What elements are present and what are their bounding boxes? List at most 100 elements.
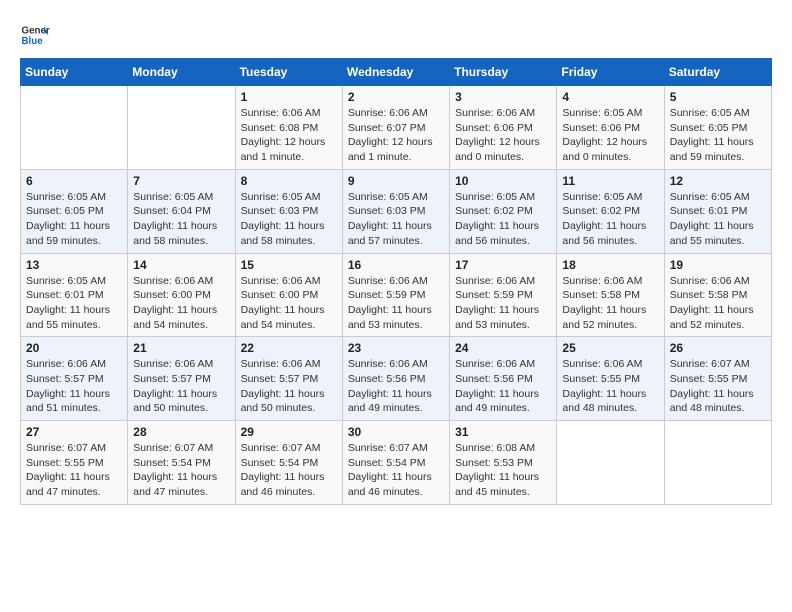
day-cell: 1 Sunrise: 6:06 AM Sunset: 6:08 PM Daylig… [235,86,342,170]
day-cell: 20 Sunrise: 6:06 AM Sunset: 5:57 PM Dayli… [21,337,128,421]
day-number: 31 [455,425,551,439]
day-detail: Sunrise: 6:05 AM Sunset: 6:03 PM Dayligh… [348,190,444,249]
day-cell: 7Sunrise: 6:05 AM Sunset: 6:04 PM Daylig… [128,169,235,253]
logo-icon: General Blue [20,20,50,50]
day-cell: 29 Sunrise: 6:07 AM Sunset: 5:54 PM Dayli… [235,421,342,505]
day-number: 6 [26,174,122,188]
day-number: 23 [348,341,444,355]
day-detail: Sunrise: 6:06 AM Sunset: 5:58 PM Dayligh… [670,274,766,333]
day-number: 28 [133,425,229,439]
day-detail: Sunrise: 6:06 AM Sunset: 6:06 PM Dayligh… [455,106,551,165]
day-detail: Sunrise: 6:08 AM Sunset: 5:53 PM Dayligh… [455,441,551,500]
day-detail: Sunrise: 6:05 AM Sunset: 6:02 PM Dayligh… [562,190,658,249]
week-row-4: 20 Sunrise: 6:06 AM Sunset: 5:57 PM Dayli… [21,337,772,421]
day-number: 17 [455,258,551,272]
day-cell: 30Sunrise: 6:07 AM Sunset: 5:54 PM Dayli… [342,421,449,505]
day-detail: Sunrise: 6:05 AM Sunset: 6:05 PM Dayligh… [670,106,766,165]
day-detail: Sunrise: 6:06 AM Sunset: 5:56 PM Dayligh… [348,357,444,416]
day-detail: Sunrise: 6:05 AM Sunset: 6:03 PM Dayligh… [241,190,337,249]
day-detail: Sunrise: 6:06 AM Sunset: 5:55 PM Dayligh… [562,357,658,416]
day-detail: Sunrise: 6:06 AM Sunset: 5:57 PM Dayligh… [26,357,122,416]
day-detail: Sunrise: 6:05 AM Sunset: 6:01 PM Dayligh… [670,190,766,249]
day-cell [128,86,235,170]
day-detail: Sunrise: 6:06 AM Sunset: 5:59 PM Dayligh… [348,274,444,333]
day-cell: 10Sunrise: 6:05 AM Sunset: 6:02 PM Dayli… [450,169,557,253]
day-detail: Sunrise: 6:06 AM Sunset: 6:00 PM Dayligh… [133,274,229,333]
day-number: 13 [26,258,122,272]
calendar-table: SundayMondayTuesdayWednesdayThursdayFrid… [20,58,772,505]
svg-text:Blue: Blue [22,36,44,47]
day-number: 27 [26,425,122,439]
day-number: 11 [562,174,658,188]
day-cell: 21Sunrise: 6:06 AM Sunset: 5:57 PM Dayli… [128,337,235,421]
col-header-monday: Monday [128,59,235,86]
week-row-5: 27 Sunrise: 6:07 AM Sunset: 5:55 PM Dayli… [21,421,772,505]
day-detail: Sunrise: 6:07 AM Sunset: 5:54 PM Dayligh… [133,441,229,500]
day-number: 3 [455,90,551,104]
header-row: SundayMondayTuesdayWednesdayThursdayFrid… [21,59,772,86]
day-detail: Sunrise: 6:06 AM Sunset: 5:56 PM Dayligh… [455,357,551,416]
day-cell: 31 Sunrise: 6:08 AM Sunset: 5:53 PM Dayli… [450,421,557,505]
day-number: 29 [241,425,337,439]
day-cell: 4Sunrise: 6:05 AM Sunset: 6:06 PM Daylig… [557,86,664,170]
day-cell: 14 Sunrise: 6:06 AM Sunset: 6:00 PM Dayli… [128,253,235,337]
day-number: 15 [241,258,337,272]
day-detail: Sunrise: 6:06 AM Sunset: 6:08 PM Dayligh… [241,106,337,165]
day-cell: 18Sunrise: 6:06 AM Sunset: 5:58 PM Dayli… [557,253,664,337]
page-header: General Blue [20,20,772,50]
day-cell: 6 Sunrise: 6:05 AM Sunset: 6:05 PM Daylig… [21,169,128,253]
day-detail: Sunrise: 6:06 AM Sunset: 5:59 PM Dayligh… [455,274,551,333]
calendar-header: SundayMondayTuesdayWednesdayThursdayFrid… [21,59,772,86]
day-cell: 8 Sunrise: 6:05 AM Sunset: 6:03 PM Daylig… [235,169,342,253]
day-number: 1 [241,90,337,104]
day-number: 21 [133,341,229,355]
day-detail: Sunrise: 6:05 AM Sunset: 6:01 PM Dayligh… [26,274,122,333]
col-header-friday: Friday [557,59,664,86]
day-cell: 22Sunrise: 6:06 AM Sunset: 5:57 PM Dayli… [235,337,342,421]
day-cell: 11 Sunrise: 6:05 AM Sunset: 6:02 PM Dayli… [557,169,664,253]
day-number: 2 [348,90,444,104]
week-row-2: 6 Sunrise: 6:05 AM Sunset: 6:05 PM Daylig… [21,169,772,253]
day-number: 12 [670,174,766,188]
col-header-wednesday: Wednesday [342,59,449,86]
logo: General Blue [20,20,50,50]
day-detail: Sunrise: 6:05 AM Sunset: 6:06 PM Dayligh… [562,106,658,165]
day-cell: 24Sunrise: 6:06 AM Sunset: 5:56 PM Dayli… [450,337,557,421]
week-row-1: 1 Sunrise: 6:06 AM Sunset: 6:08 PM Daylig… [21,86,772,170]
day-number: 19 [670,258,766,272]
day-number: 20 [26,341,122,355]
day-number: 26 [670,341,766,355]
day-cell: 19 Sunrise: 6:06 AM Sunset: 5:58 PM Dayli… [664,253,771,337]
day-cell: 3 Sunrise: 6:06 AM Sunset: 6:06 PM Daylig… [450,86,557,170]
day-number: 25 [562,341,658,355]
day-detail: Sunrise: 6:06 AM Sunset: 5:57 PM Dayligh… [241,357,337,416]
day-cell [21,86,128,170]
day-detail: Sunrise: 6:06 AM Sunset: 5:58 PM Dayligh… [562,274,658,333]
day-cell: 25 Sunrise: 6:06 AM Sunset: 5:55 PM Dayli… [557,337,664,421]
day-detail: Sunrise: 6:05 AM Sunset: 6:04 PM Dayligh… [133,190,229,249]
col-header-tuesday: Tuesday [235,59,342,86]
day-cell: 13 Sunrise: 6:05 AM Sunset: 6:01 PM Dayli… [21,253,128,337]
col-header-saturday: Saturday [664,59,771,86]
col-header-thursday: Thursday [450,59,557,86]
day-number: 8 [241,174,337,188]
day-cell: 12 Sunrise: 6:05 AM Sunset: 6:01 PM Dayli… [664,169,771,253]
day-detail: Sunrise: 6:07 AM Sunset: 5:55 PM Dayligh… [26,441,122,500]
day-detail: Sunrise: 6:07 AM Sunset: 5:54 PM Dayligh… [241,441,337,500]
week-row-3: 13 Sunrise: 6:05 AM Sunset: 6:01 PM Dayli… [21,253,772,337]
day-detail: Sunrise: 6:06 AM Sunset: 6:07 PM Dayligh… [348,106,444,165]
day-cell: 17 Sunrise: 6:06 AM Sunset: 5:59 PM Dayli… [450,253,557,337]
day-detail: Sunrise: 6:05 AM Sunset: 6:05 PM Dayligh… [26,190,122,249]
day-number: 9 [348,174,444,188]
day-cell: 16 Sunrise: 6:06 AM Sunset: 5:59 PM Dayli… [342,253,449,337]
day-cell: 9 Sunrise: 6:05 AM Sunset: 6:03 PM Daylig… [342,169,449,253]
day-number: 16 [348,258,444,272]
day-number: 14 [133,258,229,272]
col-header-sunday: Sunday [21,59,128,86]
day-cell: 23 Sunrise: 6:06 AM Sunset: 5:56 PM Dayli… [342,337,449,421]
day-cell: 26Sunrise: 6:07 AM Sunset: 5:55 PM Dayli… [664,337,771,421]
day-detail: Sunrise: 6:05 AM Sunset: 6:02 PM Dayligh… [455,190,551,249]
day-cell: 15 Sunrise: 6:06 AM Sunset: 6:00 PM Dayli… [235,253,342,337]
day-cell [557,421,664,505]
day-detail: Sunrise: 6:06 AM Sunset: 6:00 PM Dayligh… [241,274,337,333]
